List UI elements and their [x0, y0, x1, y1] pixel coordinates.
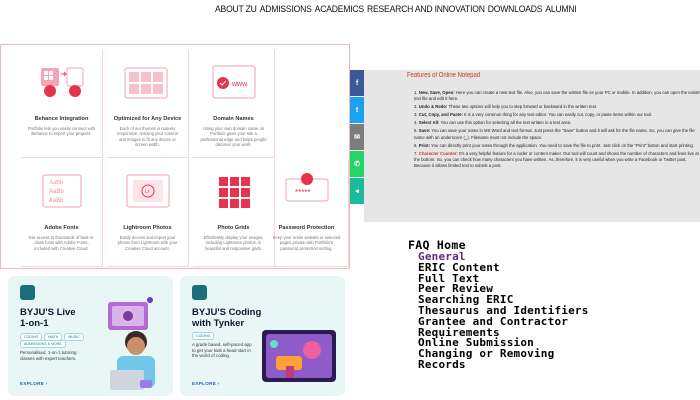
- nav-item[interactable]: ALUMNI: [545, 3, 576, 18]
- notepad-title: Features of Online Notepad: [407, 72, 481, 79]
- feature-card[interactable]: AaBb AaBb AaBb Adobe Fonts Get access to tho…: [21, 159, 103, 267]
- feature-description: Using your own domain name on Portfolio …: [200, 126, 267, 148]
- feature-title: Adobe Fonts: [44, 225, 79, 231]
- feature-title: Optimized for Any Device: [113, 116, 182, 122]
- devices-icon: [123, 62, 173, 102]
- item-text: You can save your notes in MS Word and t…: [414, 128, 695, 140]
- feature-description: Portfolio lets you easily connect with B…: [27, 126, 96, 137]
- svg-text:AaBb: AaBb: [49, 197, 64, 204]
- svg-text:www.: www.: [231, 81, 249, 88]
- feature-description: Easily access and import your photos fro…: [117, 235, 178, 251]
- feature-description: Keep your entire website or selected pag…: [272, 235, 341, 251]
- explore-link[interactable]: EXPLORE ›: [192, 381, 219, 386]
- feature-title: Behance Integration: [34, 116, 89, 122]
- password-icon: *****: [282, 171, 332, 211]
- behance-sync-icon: [37, 62, 87, 102]
- byjus-logo-icon: [20, 285, 35, 300]
- domain-icon: www.: [209, 62, 259, 102]
- notepad-feature-item: 5. Save: You can save your notes in MS W…: [414, 128, 700, 140]
- feature-card[interactable]: Behance Integration Portfolio lets you ea…: [21, 50, 103, 158]
- item-number: 4.: [414, 120, 418, 126]
- feature-card[interactable]: ***** Password Protection Keep your entire…: [265, 159, 349, 267]
- notepad-feature-item: 7. Character Counter: It's a very helpfu…: [414, 151, 700, 169]
- notepad-feature-item: 6. Print: You can directly print your no…: [414, 143, 700, 149]
- top-navigation: ABOUT ZU ADMISSIONS ACADEMICS RESEARCH AND …: [215, 3, 577, 18]
- feature-card[interactable]: www. Domain Names Using your own domain na…: [193, 50, 275, 158]
- nav-item[interactable]: ACADEMICS: [315, 3, 364, 18]
- svg-text:AaBb: AaBb: [49, 180, 63, 186]
- fonts-icon: AaBb AaBb AaBb: [37, 171, 87, 211]
- item-label: New, Save, Open:: [418, 90, 455, 95]
- feature-title: Domain Names: [213, 116, 254, 122]
- item-number: 6.: [414, 142, 418, 148]
- promo-description: A grade based, self-paced app to get you…: [192, 342, 252, 359]
- feature-card[interactable]: Photo Grids Effortlessly display your ima…: [193, 159, 275, 267]
- email-icon[interactable]: ✉: [350, 124, 364, 150]
- notepad-feature-item: 3. Cut, Copy, and Paste: It is a very co…: [414, 112, 700, 118]
- nav-item[interactable]: RESEARCH AND INNOVATION: [367, 3, 485, 18]
- feature-title: Photo Grids: [217, 225, 250, 231]
- notepad-features-panel: Features of Online Notepad 1. New, Save,…: [364, 70, 700, 222]
- whatsapp-icon[interactable]: ✆: [350, 151, 364, 177]
- feature-card[interactable]: Optimized for Any Device Each of our them…: [107, 50, 189, 158]
- share-icon[interactable]: ◂: [350, 178, 364, 204]
- item-number: 3.: [414, 112, 418, 118]
- faq-link[interactable]: Records: [418, 359, 700, 371]
- byjus-logo-icon: [192, 285, 207, 300]
- chip: ADMISSIONS & MORE: [20, 340, 66, 348]
- notepad-feature-item: 4. Select All: You can use this option f…: [414, 120, 700, 126]
- item-label: Print:: [418, 142, 431, 148]
- item-number: 2.: [414, 104, 418, 110]
- item-label: Save:: [418, 128, 431, 134]
- item-label: Select All:: [418, 120, 440, 126]
- lightroom-icon: Lr: [123, 171, 173, 211]
- twitter-icon[interactable]: t: [350, 97, 364, 123]
- item-text: It is a very common thing for any text e…: [464, 112, 653, 118]
- notepad-feature-item: 2. Undo & Redo: These two options will h…: [414, 104, 700, 110]
- explore-link[interactable]: EXPLORE ›: [20, 381, 47, 386]
- item-label: Cut, Copy, and Paste:: [418, 112, 463, 118]
- item-number: 1.: [414, 90, 418, 95]
- collage-page: ABOUT ZU ADMISSIONS ACADEMICS RESEARCH AND …: [0, 0, 700, 400]
- social-share-bar: f t ✉ ✆ ◂: [350, 70, 364, 205]
- promo-chips: CODING: [192, 332, 215, 340]
- photo-grid-icon: [209, 171, 259, 211]
- svg-text:Lr: Lr: [145, 189, 150, 195]
- faq-list: General ERIC Content Full Text Peer Review S…: [418, 251, 700, 371]
- chip: MUSIC: [64, 333, 84, 341]
- nav-item[interactable]: ABOUT ZU: [215, 3, 257, 18]
- item-text: You can directly print your notes throug…: [431, 142, 694, 148]
- item-text: Here you can create a new text file. Als…: [414, 90, 700, 102]
- feature-title: Password Protection: [278, 225, 335, 231]
- feature-title: Lightroom Photos: [123, 225, 172, 231]
- item-text: These two options will help you to step …: [448, 104, 598, 110]
- coding-game-illustration: [262, 330, 336, 382]
- feature-description: Each of our themes is natively responsiv…: [116, 126, 179, 148]
- notepad-feature-list: 1. New, Save, Open: Here you can create …: [414, 90, 700, 171]
- promo-description: Personalised, 1-on-1 tutoring classes wi…: [20, 350, 77, 361]
- features-panel: Behance Integration Portfolio lets you ea…: [0, 44, 350, 269]
- feature-card[interactable]: Lr Lightroom Photos Easily access and impo…: [107, 159, 189, 267]
- notepad-feature-item: 1. New, Save, Open: Here you can create …: [414, 90, 700, 102]
- item-number: 7.: [414, 150, 418, 156]
- promo-card-coding[interactable]: BYJU'S Coding with Tynker CODING A grade…: [180, 276, 345, 396]
- facebook-icon[interactable]: f: [350, 70, 364, 96]
- feature-description: Get access to thousands of best-in-class…: [28, 235, 95, 251]
- chip: CODING: [192, 332, 215, 340]
- feature-description: Effortlessly display your images, includ…: [203, 235, 264, 251]
- item-text: You can use this option for selecting al…: [440, 120, 572, 126]
- faq-menu: FAQ Home General ERIC Content Full Text Pee…: [408, 238, 700, 371]
- svg-text:*****: *****: [295, 188, 311, 197]
- promo-chips-secondary: ADMISSIONS & MORE: [20, 340, 66, 348]
- student-laptop-illustration: [108, 297, 155, 390]
- promo-title: BYJU'S Live 1-on-1: [20, 307, 76, 329]
- item-number: 5.: [414, 128, 418, 134]
- item-label: Character Counter:: [418, 150, 458, 156]
- nav-item[interactable]: DOWNLOADS: [488, 3, 543, 18]
- nav-item[interactable]: ADMISSIONS: [260, 3, 312, 18]
- promo-card-live[interactable]: BYJU'S Live 1-on-1 CODING MATH MUSIC ADM…: [8, 276, 173, 396]
- svg-text:AaBb: AaBb: [49, 189, 64, 195]
- item-label: Undo & Redo:: [418, 104, 448, 110]
